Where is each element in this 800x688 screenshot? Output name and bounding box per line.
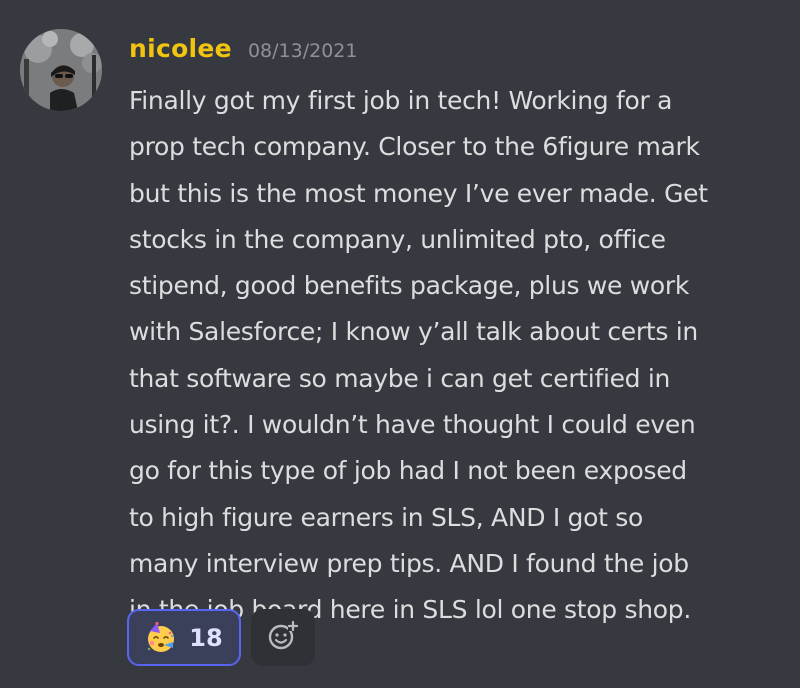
message-header: nicolee 08/13/2021 (129, 34, 357, 74)
add-reaction-button[interactable] (251, 609, 315, 666)
partying-face-icon (145, 621, 177, 654)
message-content: Finally got my first job in tech! Workin… (129, 86, 708, 625)
username[interactable]: nicolee (129, 34, 232, 63)
avatar-image (20, 29, 102, 111)
user-avatar[interactable] (20, 29, 102, 111)
add-reaction-icon (266, 619, 300, 657)
reactions-bar: 18 (127, 609, 315, 666)
timestamp[interactable]: 08/13/2021 (248, 40, 358, 62)
chat-message: nicolee 08/13/2021 Finally got my first … (0, 0, 800, 688)
reaction-partying-face[interactable]: 18 (127, 609, 241, 666)
reaction-count: 18 (189, 623, 223, 652)
